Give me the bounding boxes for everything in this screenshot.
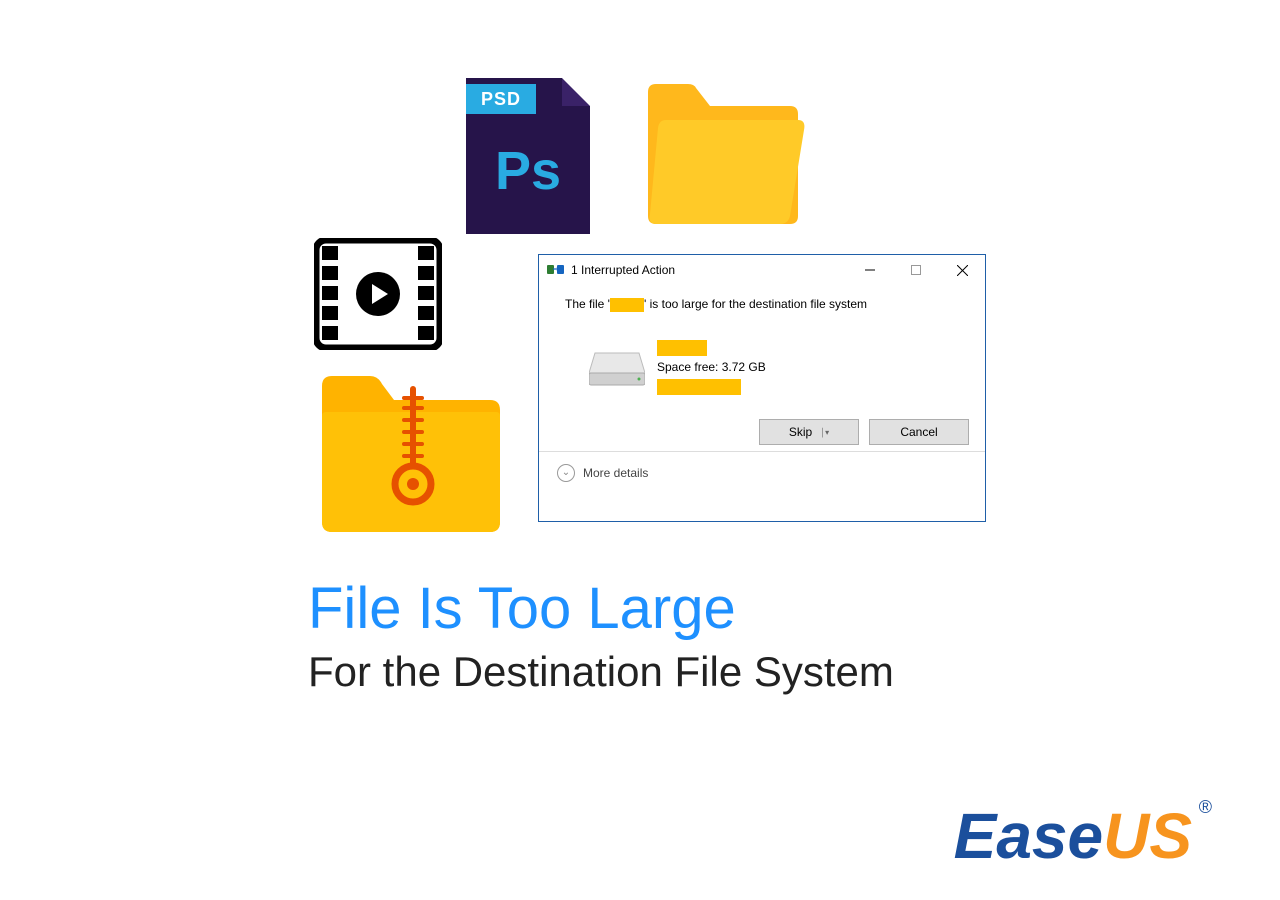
dialog-message: The file '' is too large for the destina… [539,285,985,318]
headline-secondary: For the Destination File System [308,648,894,696]
psd-file-icon: PSD Ps [466,78,590,234]
redacted-filename [610,298,644,312]
interrupted-action-dialog: 1 Interrupted Action The file '' is too … [538,254,986,522]
maximize-button[interactable] [893,255,939,285]
dialog-titlebar: 1 Interrupted Action [539,255,985,285]
drive-info: Space free: 3.72 GB [657,338,766,397]
video-film-icon [314,238,442,355]
chevron-down-icon: ⌄ [557,464,575,482]
dropdown-arrow-icon: │▾ [820,428,829,437]
redacted-drive-name [657,340,707,356]
headline-primary: File Is Too Large [308,575,736,642]
redacted-info [657,379,741,395]
registered-mark: ® [1199,798,1212,816]
cancel-button[interactable]: Cancel [869,419,969,445]
copy-progress-icon [547,263,565,277]
folder-icon [640,76,806,229]
minimize-button[interactable] [847,255,893,285]
space-free-text: Space free: 3.72 GB [657,358,766,377]
dialog-title: 1 Interrupted Action [571,263,675,277]
easeus-logo: EaseUS ® [954,804,1192,868]
close-button[interactable] [939,255,985,285]
more-details-toggle[interactable]: ⌄ More details [539,451,985,493]
skip-button[interactable]: Skip │▾ [759,419,859,445]
ps-text: Ps [466,140,590,202]
zip-folder-icon [322,376,500,537]
psd-badge: PSD [466,84,536,114]
drive-icon [589,347,645,387]
